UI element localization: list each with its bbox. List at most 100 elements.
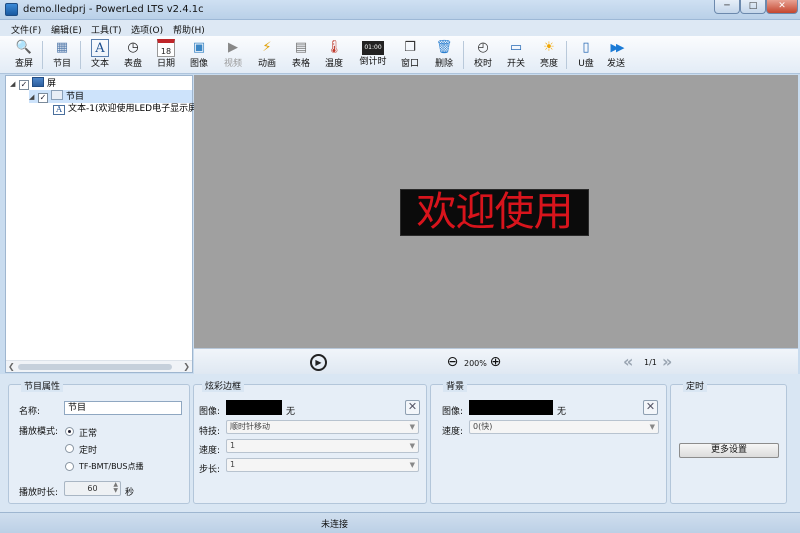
more-settings-button[interactable]: 更多设置 [679, 443, 779, 458]
toolbar-label: 开关 [506, 59, 525, 69]
background-image-label: 图像: [442, 407, 464, 417]
tree-node-label: 屏 [47, 79, 57, 89]
toolbar-label: 日期 [156, 59, 175, 69]
toolbar-countdown-button[interactable]: 01:00 倒计时 [354, 38, 392, 72]
toolbar-brightness-button[interactable]: ☀ 亮度 [532, 38, 566, 72]
toolbar-temperature-button[interactable]: 🌡 温度 [317, 38, 351, 72]
window-title: demo.lledprj - PowerLed LTS v2.4.1c [23, 4, 204, 15]
toolbar-label: 删除 [434, 59, 453, 69]
background-group: 背景 图像: 无 ✕ 速度: 0(快) ▼ [430, 379, 667, 504]
thermometer-icon: 🌡 [325, 40, 343, 55]
tree-node-program[interactable]: ◢ ✓ 节目 [29, 90, 192, 103]
toolbar-power-button[interactable]: ▭ 开关 [499, 38, 533, 72]
effect-value: 顺时针移动 [230, 422, 270, 431]
scroll-left-icon[interactable]: ❮ [8, 361, 15, 373]
toolbar-date-button[interactable]: 18 日期 [149, 38, 183, 72]
border-speed-label: 速度: [199, 446, 221, 456]
horizontal-scrollbar[interactable]: ❮ ❯ [6, 360, 192, 372]
screen-icon [32, 77, 44, 87]
clear-background-image-button[interactable]: ✕ [643, 400, 658, 415]
border-speed-select[interactable]: 1 ▼ [226, 439, 419, 453]
background-image-value: 无 [557, 407, 567, 417]
group-title: 炫彩边框 [202, 379, 245, 392]
toolbar-delete-button[interactable]: 🗑 删除 [427, 38, 461, 72]
scrollbar-thumb[interactable] [18, 364, 172, 370]
tree-node-screen[interactable]: ◢ ✓ 屏 [10, 77, 56, 90]
toolbar-table-button[interactable]: ▤ 表格 [284, 38, 318, 72]
toolbar-window-button[interactable]: ❐ 窗口 [393, 38, 427, 72]
mode-tf-bus-radio[interactable] [65, 462, 74, 471]
zoom-out-icon[interactable]: ⊖ [444, 354, 461, 371]
duration-stepper[interactable]: 60 ▲ ▼ [64, 481, 121, 496]
toolbar-label: U盘 [578, 59, 594, 69]
minimize-button[interactable]: ─ [714, 0, 740, 14]
zoom-in-icon[interactable]: ⊕ [487, 354, 504, 371]
mode-tf-bus-label: TF-BMT/BUS点播 [79, 462, 144, 471]
send-icon: ▶▶ [610, 41, 625, 54]
toolbar: 🔍 查屏 ▦ 节目 A 文本 ◷ 表盘 18 日期 ▣ 图像 ▶ 视频 ⚡ 动画… [0, 36, 800, 74]
maximize-button[interactable]: □ [740, 0, 766, 14]
usb-drive-icon: ▯ [582, 40, 590, 55]
expand-arrow-icon[interactable]: ◢ [10, 78, 19, 91]
next-page-icon[interactable]: » [662, 352, 672, 372]
animation-icon: ⚡ [262, 40, 272, 55]
background-speed-select[interactable]: 0(快) ▼ [469, 420, 659, 434]
background-image-preview[interactable] [469, 400, 553, 415]
duration-value: 60 [87, 484, 98, 493]
toolbar-image-button[interactable]: ▣ 图像 [182, 38, 216, 72]
tree-node-text[interactable]: A 文本-1(欢迎使用LED电子显示屏 [53, 103, 197, 116]
toolbar-label: 倒计时 [359, 57, 387, 67]
search-icon: 🔍 [15, 40, 33, 55]
toolbar-label: 校时 [473, 59, 492, 69]
toolbar-label: 发送 [606, 59, 625, 69]
group-title: 节目属性 [21, 379, 64, 392]
clear-border-image-button[interactable]: ✕ [405, 400, 420, 415]
toolbar-send-button[interactable]: ▶▶ 发送 [599, 38, 633, 72]
screen-checkbox[interactable]: ✓ [19, 80, 29, 90]
duration-unit: 秒 [125, 488, 135, 498]
menu-help[interactable]: 帮助(H) [173, 23, 205, 36]
play-icon[interactable]: ▶ [310, 354, 327, 371]
menu-file[interactable]: 文件(F) [11, 23, 41, 36]
program-icon: ▦ [55, 40, 69, 55]
trash-icon: 🗑 [435, 40, 453, 55]
chevron-down-icon: ▼ [649, 423, 655, 431]
properties-panel: 节目属性 名称: 节目 播放模式: 正常 定时 TF-BMT/BUS点播 播放时… [0, 374, 800, 512]
toolbar-check-screen-button[interactable]: 🔍 查屏 [7, 38, 41, 72]
toolbar-usb-button[interactable]: ▯ U盘 [569, 38, 603, 72]
step-select[interactable]: 1 ▼ [226, 458, 419, 472]
led-display[interactable]: 欢迎使用 [401, 190, 588, 235]
menu-edit[interactable]: 编辑(E) [51, 23, 82, 36]
image-icon: ▣ [192, 40, 206, 55]
toolbar-text-button[interactable]: A 文本 [83, 38, 117, 72]
toolbar-clock-button[interactable]: ◷ 表盘 [116, 38, 150, 72]
effect-select[interactable]: 顺时针移动 ▼ [226, 420, 419, 434]
chevron-down-icon: ▼ [409, 442, 415, 450]
stepper-arrows-icon[interactable]: ▲ ▼ [113, 482, 118, 494]
status-bar: 未连接 [0, 512, 800, 533]
border-image-preview[interactable] [226, 400, 282, 415]
border-speed-value: 1 [230, 441, 236, 450]
previous-page-icon[interactable]: « [623, 352, 633, 372]
expand-arrow-icon[interactable]: ◢ [29, 91, 38, 104]
program-name-input[interactable]: 节目 [64, 401, 182, 415]
step-value: 1 [230, 460, 236, 469]
chevron-down-icon: ▼ [409, 461, 415, 469]
toolbar-animation-button[interactable]: ⚡ 动画 [250, 38, 284, 72]
toolbar-program-button[interactable]: ▦ 节目 [45, 38, 79, 72]
effect-label: 特技: [199, 427, 221, 437]
mode-timed-radio[interactable] [65, 444, 74, 453]
clock-dial-icon: ◷ [127, 40, 139, 55]
close-button[interactable]: ✕ [766, 0, 798, 14]
menu-tools[interactable]: 工具(T) [91, 23, 122, 36]
toolbar-time-sync-button[interactable]: ◴ 校时 [466, 38, 500, 72]
table-icon: ▤ [294, 40, 308, 55]
menu-options[interactable]: 选项(O) [131, 23, 163, 36]
program-checkbox[interactable]: ✓ [38, 93, 48, 103]
mode-normal-radio[interactable] [65, 427, 74, 436]
toolbar-label: 动画 [257, 59, 276, 69]
tree-node-label: 文本-1(欢迎使用LED电子显示屏 [68, 104, 198, 114]
preview-canvas[interactable]: 欢迎使用 [194, 75, 798, 348]
app-logo-icon [5, 3, 18, 16]
scroll-right-icon[interactable]: ❯ [183, 361, 190, 373]
